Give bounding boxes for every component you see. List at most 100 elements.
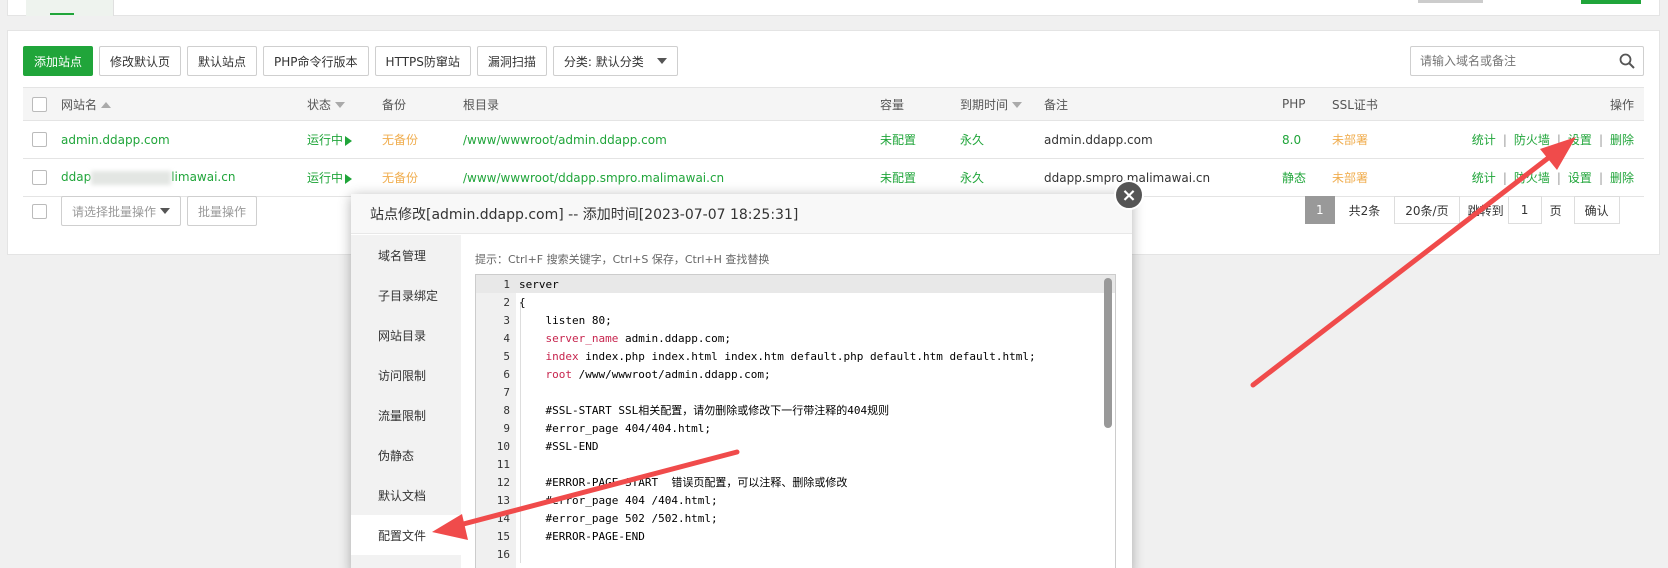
- expire-link[interactable]: 永久: [954, 120, 1038, 159]
- capacity-link[interactable]: 未配置: [874, 158, 954, 197]
- menu-more[interactable]: [351, 555, 461, 568]
- php-cli-version-button[interactable]: PHP命令行版本: [263, 46, 369, 76]
- code-text: listen 80;: [519, 313, 612, 327]
- firewall-link[interactable]: 防火墙: [1514, 171, 1550, 185]
- line-number: 10: [496, 439, 510, 453]
- dialog-title: 站点修改[admin.ddapp.com] -- 添加时间[2023-07-07…: [351, 194, 1132, 234]
- code-line[interactable]: 11: [476, 455, 1115, 473]
- top-grey-control[interactable]: [1418, 0, 1483, 3]
- th-ops: 操作: [1430, 87, 1644, 121]
- th-site-name[interactable]: 网站名: [55, 87, 301, 121]
- jump-input[interactable]: 1: [1507, 196, 1542, 224]
- code-line[interactable]: 1 server: [476, 275, 1115, 293]
- editor-scrollbar[interactable]: [1104, 278, 1112, 428]
- active-tab-underline: [50, 13, 74, 15]
- menu-site-dir[interactable]: 网站目录: [351, 315, 461, 355]
- expire-link[interactable]: 永久: [954, 158, 1038, 197]
- menu-access-limit[interactable]: 访问限制: [351, 355, 461, 395]
- per-page-select[interactable]: 20条/页: [1394, 196, 1460, 224]
- status-toggle[interactable]: 运行中: [301, 158, 376, 197]
- vuln-scan-button[interactable]: 漏洞扫描: [476, 46, 547, 76]
- add-site-button[interactable]: 添加站点: [23, 46, 94, 76]
- line-number: 7: [503, 385, 510, 399]
- root-dir-link[interactable]: /www/wwwroot/ddapp.smpro.malimawai.cn: [457, 158, 874, 197]
- status-text: 运行中: [307, 133, 344, 147]
- line-number: 1: [503, 277, 510, 291]
- code-line[interactable]: 5 index index.php index.html index.htm d…: [476, 347, 1115, 365]
- batch-button[interactable]: 批量操作: [187, 196, 258, 226]
- backup-link[interactable]: 无备份: [376, 158, 457, 197]
- row-checkbox[interactable]: [32, 170, 47, 185]
- code-line[interactable]: 7: [476, 383, 1115, 401]
- backup-link[interactable]: 无备份: [376, 120, 457, 159]
- settings-link[interactable]: 设置: [1568, 133, 1592, 147]
- config-editor[interactable]: 1 server 2{3 listen 80; 4 server_name admin…: [475, 274, 1116, 568]
- code-line[interactable]: 14 #error_page 502 /502.html;: [476, 509, 1115, 527]
- page-current[interactable]: 1: [1305, 196, 1335, 224]
- ssl-link[interactable]: 未部署: [1326, 120, 1430, 159]
- capacity-link[interactable]: 未配置: [874, 120, 954, 159]
- chevron-down-icon: [160, 208, 170, 214]
- code-line[interactable]: 9 #error_page 404/404.html;: [476, 419, 1115, 437]
- stats-link[interactable]: 统计: [1472, 171, 1496, 185]
- search-input[interactable]: [1411, 47, 1601, 75]
- code-line[interactable]: 10 #SSL-END: [476, 437, 1115, 455]
- code-line[interactable]: 15 #ERROR-PAGE-END: [476, 527, 1115, 545]
- code-text: index index.php index.html index.htm def…: [545, 349, 1036, 363]
- row-checkbox[interactable]: [32, 132, 47, 147]
- chevron-down-icon: [656, 58, 667, 64]
- code-line[interactable]: 16: [476, 545, 1115, 563]
- menu-rewrite[interactable]: 伪静态: [351, 435, 461, 475]
- jump-confirm-button[interactable]: 确认: [1573, 196, 1620, 224]
- stats-link[interactable]: 统计: [1472, 133, 1496, 147]
- code-line[interactable]: 12 #ERROR-PAGE-START 错误页配置，可以注释、删除或修改: [476, 473, 1115, 491]
- table-header-row: 网站名 状态 备份 根目录 容量 到期时间 备注 PHP SSL证书 操作: [23, 87, 1644, 121]
- php-version-link[interactable]: 8.0: [1276, 120, 1326, 159]
- line-number: 6: [503, 367, 510, 381]
- status-toggle[interactable]: 运行中: [301, 120, 376, 159]
- settings-link[interactable]: 设置: [1568, 171, 1592, 185]
- th-capacity: 容量: [874, 87, 954, 121]
- menu-subdir[interactable]: 子目录绑定: [351, 275, 461, 315]
- delete-link[interactable]: 删除: [1610, 133, 1634, 147]
- total-count: 共2条: [1348, 203, 1381, 218]
- sort-asc-icon: [101, 102, 112, 108]
- pagination: 1 共2条 20条/页 跳转到 1 页 确认: [1305, 196, 1620, 224]
- site-name-link[interactable]: ddap limawai.cn: [55, 158, 301, 197]
- code-line[interactable]: 13 #error_page 404 /404.html;: [476, 491, 1115, 509]
- menu-domain[interactable]: 域名管理: [351, 235, 461, 275]
- default-site-button[interactable]: 默认站点: [187, 46, 258, 76]
- th-expire[interactable]: 到期时间: [954, 87, 1038, 121]
- search-icon[interactable]: [1619, 53, 1635, 69]
- firewall-link[interactable]: 防火墙: [1514, 133, 1550, 147]
- menu-config-file[interactable]: 配置文件: [351, 515, 461, 555]
- close-icon[interactable]: ×: [1114, 180, 1144, 210]
- edit-default-page-button[interactable]: 修改默认页: [99, 46, 182, 76]
- code-line[interactable]: 4 server_name admin.ddapp.com;: [476, 329, 1115, 347]
- th-site-name-label: 网站名: [61, 97, 98, 112]
- delete-link[interactable]: 删除: [1610, 171, 1634, 185]
- code-line[interactable]: 2{: [476, 293, 1115, 311]
- root-dir-link[interactable]: /www/wwwroot/admin.ddapp.com: [457, 120, 874, 159]
- category-select[interactable]: 分类: 默认分类: [552, 46, 678, 76]
- top-green-button[interactable]: [1581, 0, 1641, 4]
- menu-default-doc[interactable]: 默认文档: [351, 475, 461, 515]
- batch-select[interactable]: 请选择批量操作: [61, 196, 181, 226]
- php-version-link[interactable]: 静态: [1276, 158, 1326, 197]
- th-php: PHP: [1276, 87, 1326, 121]
- https-guard-button[interactable]: HTTPS防窜站: [374, 46, 471, 76]
- site-name-link[interactable]: admin.ddapp.com: [55, 120, 301, 159]
- batch-checkbox[interactable]: [32, 203, 47, 219]
- top-strip: [7, 0, 1660, 16]
- note-field[interactable]: admin.ddapp.com: [1038, 120, 1276, 159]
- line-number: 13: [496, 493, 510, 507]
- line-number: 11: [496, 457, 510, 471]
- code-line[interactable]: 8 #SSL-START SSL相关配置，请勿删除或修改下一行带注释的404规则: [476, 401, 1115, 419]
- note-field[interactable]: ddapp.smpro.malimawai.cn: [1038, 158, 1276, 197]
- select-all-checkbox[interactable]: [32, 96, 47, 112]
- th-status[interactable]: 状态: [301, 87, 376, 121]
- ssl-link[interactable]: 未部署: [1326, 158, 1430, 197]
- code-line[interactable]: 3 listen 80;: [476, 311, 1115, 329]
- menu-traffic-limit[interactable]: 流量限制: [351, 395, 461, 435]
- code-line[interactable]: 6 root /www/wwwroot/admin.ddapp.com;: [476, 365, 1115, 383]
